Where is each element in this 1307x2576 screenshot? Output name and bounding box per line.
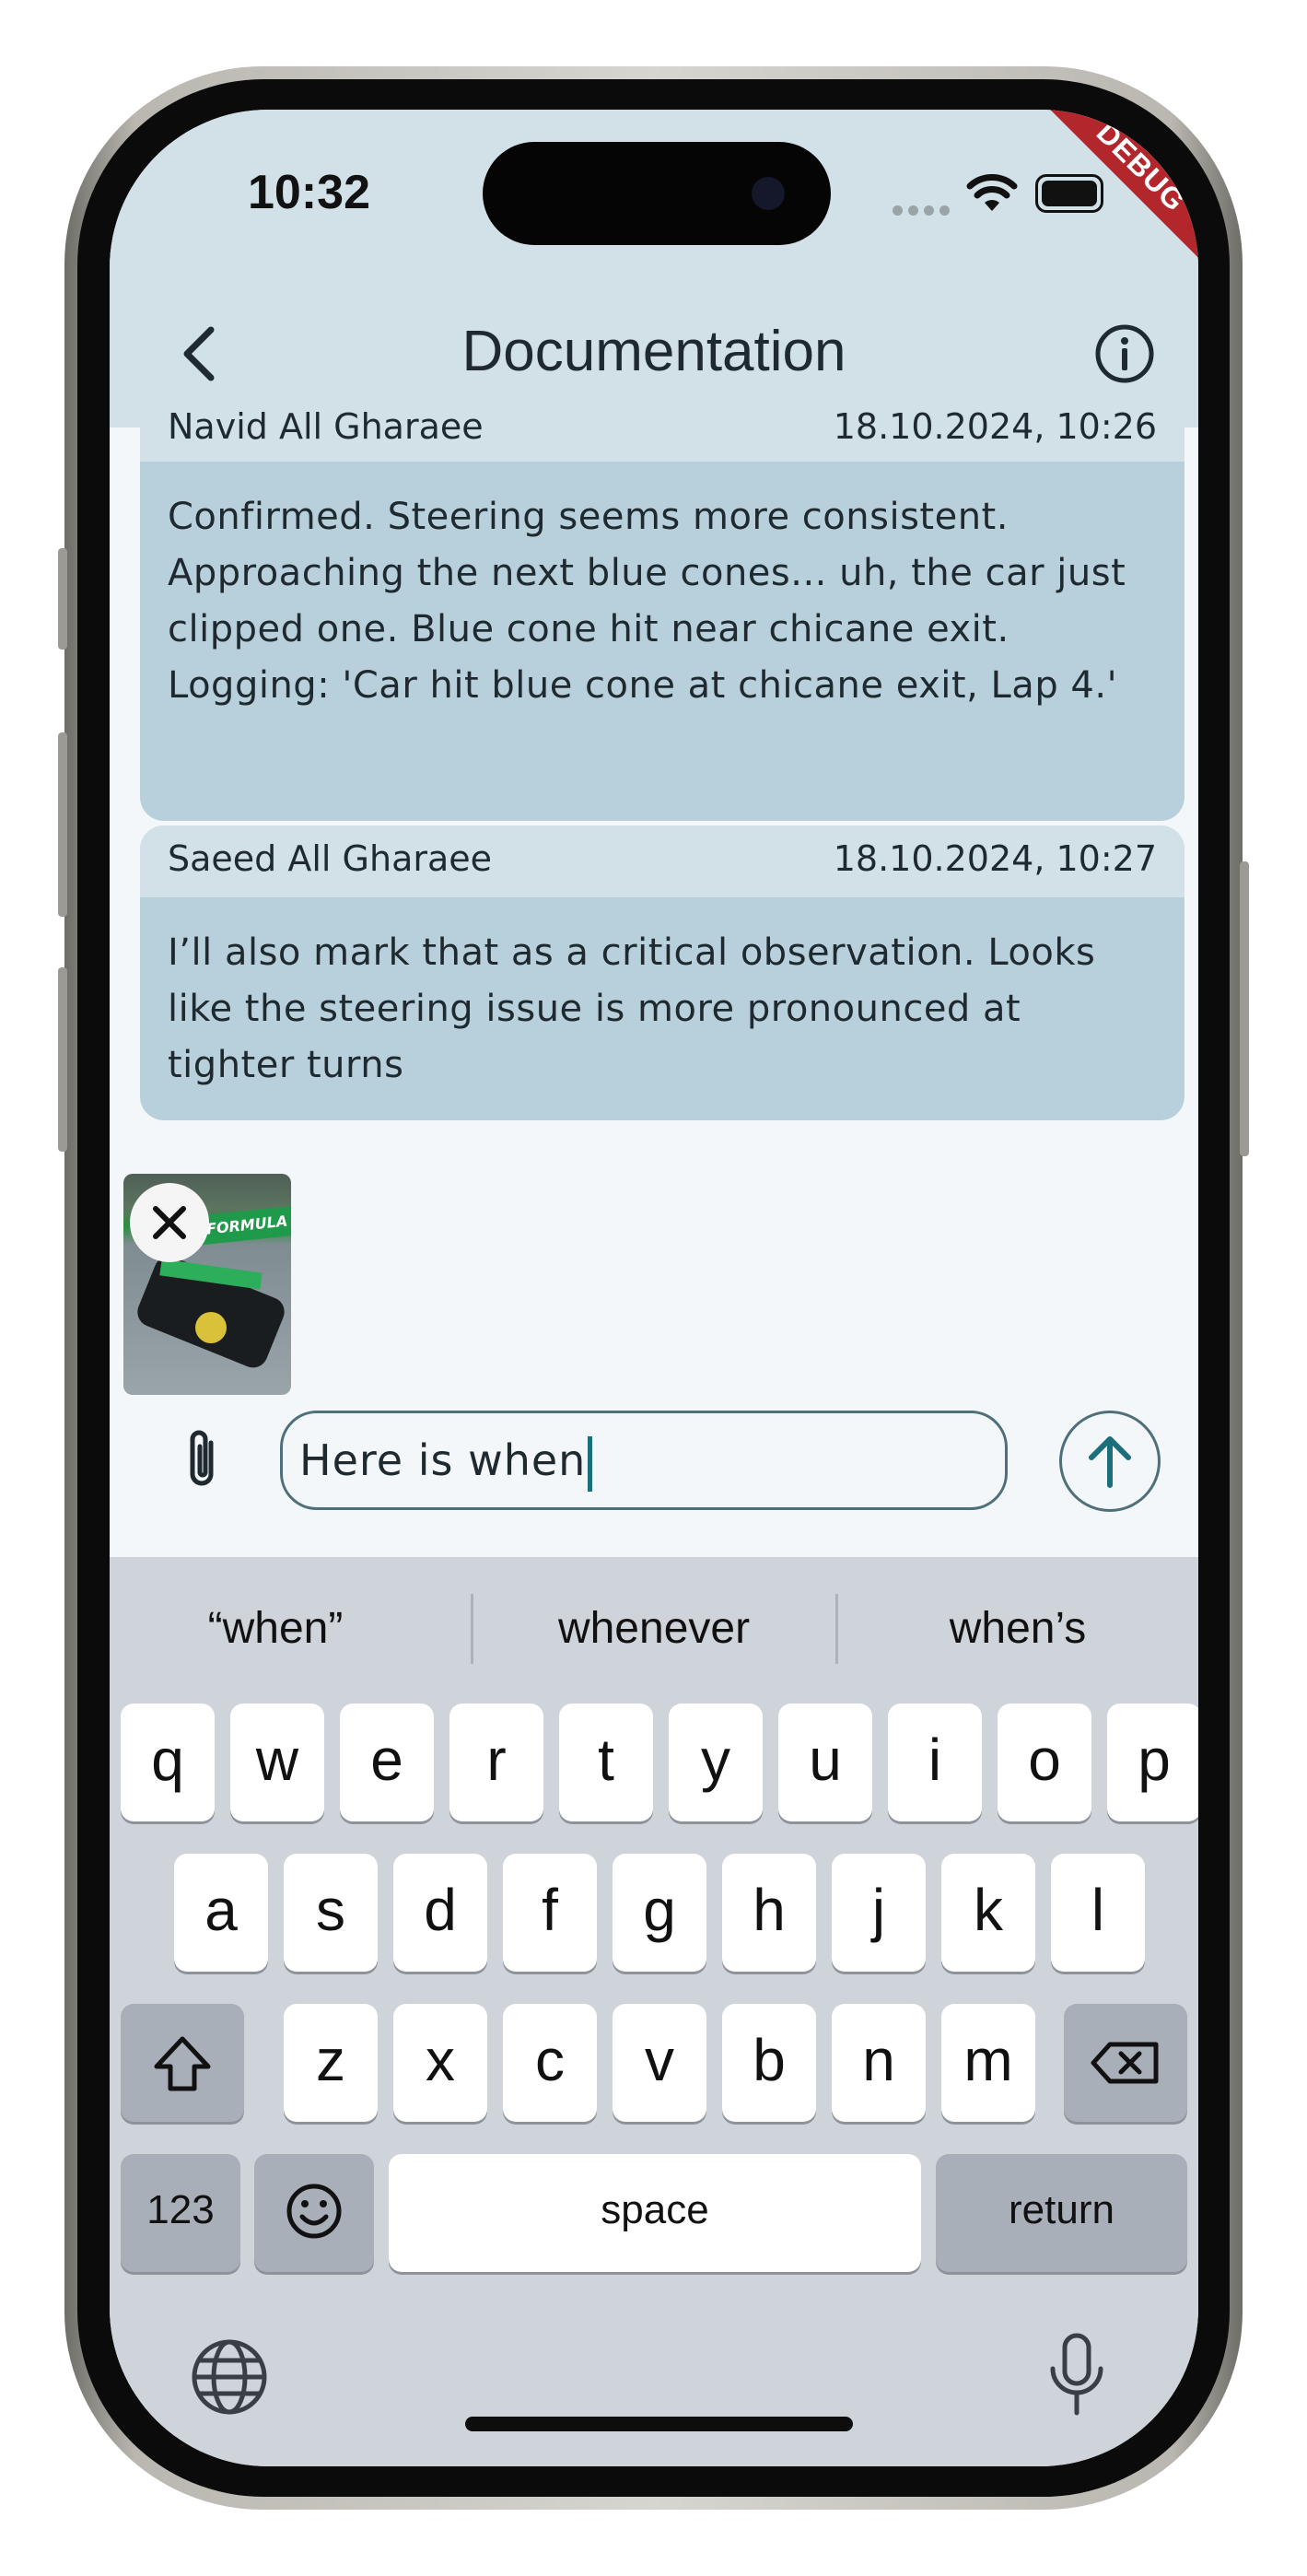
chevron-left-icon [183,326,215,381]
key-m[interactable]: m [941,2004,1035,2122]
message-input-value: Here is when [299,1435,587,1485]
wifi-icon [966,174,1018,211]
info-button[interactable] [1088,317,1161,391]
volume-down-button [58,967,67,1152]
globe-button[interactable] [183,2331,275,2423]
key-h[interactable]: h [722,1854,816,1972]
message-author: Saeed All Gharaee [168,838,493,879]
emoji-key[interactable] [254,2154,374,2272]
key-n[interactable]: n [832,2004,926,2122]
key-q[interactable]: q [121,1704,215,1821]
key-k[interactable]: k [941,1854,1035,1972]
key-c[interactable]: c [503,2004,597,2122]
side-button [58,548,67,650]
key-v[interactable]: v [613,2004,706,2122]
remove-attachment-button[interactable] [130,1183,209,1262]
key-g[interactable]: g [613,1854,706,1972]
thumbnail-banner: FORMULA [195,1205,291,1246]
page-title: Documentation [461,320,846,383]
return-key[interactable]: return [936,2154,1187,2272]
arrow-up-icon [1089,1436,1131,1488]
key-i[interactable]: i [888,1704,982,1821]
key-p[interactable]: p [1107,1704,1198,1821]
back-button[interactable] [165,317,239,391]
close-icon [153,1206,186,1239]
key-b[interactable]: b [722,2004,816,2122]
shift-icon [154,2036,211,2091]
thumbnail-caption: FORMULA [205,1212,289,1238]
power-button [1240,861,1249,1156]
suggestion-3[interactable]: when’s [852,1603,1184,1654]
message-bubble: Saeed All Gharaee 18.10.2024, 10:27 I’ll… [140,825,1184,1120]
on-screen-keyboard: “when” whenever when’s q w e r t y u i o… [110,1557,1198,2466]
message-header: Navid All Gharaee 18.10.2024, 10:26 [140,406,1184,462]
globe-icon [192,2339,267,2415]
backspace-icon [1091,2042,1159,2084]
key-s[interactable]: s [284,1854,378,1972]
microphone-icon [1050,2333,1103,2416]
delete-key[interactable] [1064,2004,1187,2122]
race-car-wheel [195,1312,227,1343]
shift-key[interactable] [121,2004,244,2122]
message-author: Navid All Gharaee [168,406,484,447]
info-icon [1095,324,1154,383]
key-u[interactable]: u [778,1704,872,1821]
space-key[interactable]: space [389,2154,921,2272]
status-time: 10:32 [248,166,370,219]
message-input[interactable]: Here is when [280,1411,1008,1510]
message-timestamp: 18.10.2024, 10:27 [833,838,1157,879]
attach-button[interactable] [167,1423,240,1496]
emoji-icon [286,2184,342,2239]
dynamic-island [483,142,831,245]
app-screen: 10:32 DEBUG Documentation Navid All Ghar… [110,110,1198,2466]
key-a[interactable]: a [174,1854,268,1972]
message-header: Saeed All Gharaee 18.10.2024, 10:27 [140,825,1184,897]
key-f[interactable]: f [503,1854,597,1972]
key-e[interactable]: e [340,1704,434,1821]
suggestion-divider [471,1594,473,1664]
home-indicator [465,2417,853,2431]
key-z[interactable]: z [284,2004,378,2122]
message-timestamp: 18.10.2024, 10:26 [833,406,1157,447]
key-x[interactable]: x [393,2004,487,2122]
message-bubble: Navid All Gharaee 18.10.2024, 10:26 Conf… [140,406,1184,821]
text-cursor [588,1435,593,1492]
key-o[interactable]: o [998,1704,1091,1821]
suggestion-2[interactable]: whenever [488,1603,820,1654]
suggestion-divider [835,1594,838,1664]
key-r[interactable]: r [449,1704,543,1821]
paperclip-icon [190,1430,214,1486]
battery-icon [1035,174,1103,213]
message-text: I’ll also mark that as a critical observ… [168,931,1096,1086]
suggestion-1[interactable]: “when” [110,1603,441,1654]
key-w[interactable]: w [230,1704,324,1821]
key-j[interactable]: j [832,1854,926,1972]
signal-icon [893,202,955,219]
camera-icon [752,177,785,210]
message-text: Confirmed. Steering seems more consisten… [168,496,1126,707]
numbers-key[interactable]: 123 [121,2154,240,2272]
dictation-button[interactable] [1031,2326,1123,2428]
key-y[interactable]: y [669,1704,763,1821]
key-t[interactable]: t [559,1704,653,1821]
send-button[interactable] [1059,1411,1161,1512]
key-d[interactable]: d [393,1854,487,1972]
volume-up-button [58,732,67,917]
key-l[interactable]: l [1051,1854,1145,1972]
